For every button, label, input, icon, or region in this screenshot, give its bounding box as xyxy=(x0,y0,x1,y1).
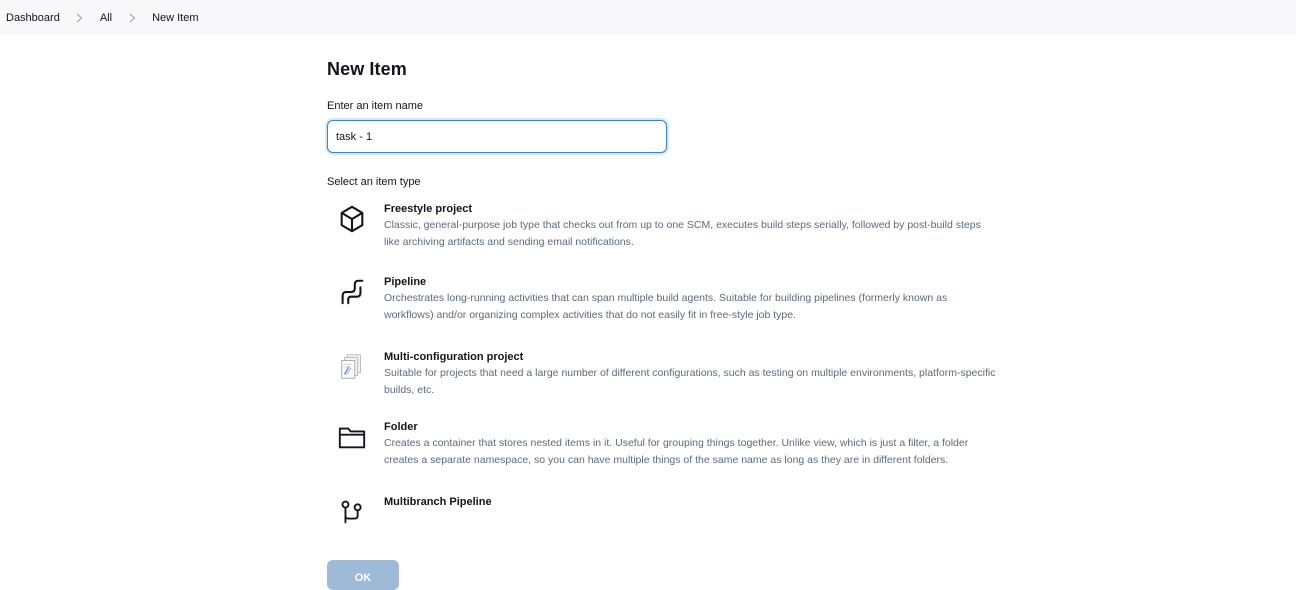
item-type-title: Multi-configuration project xyxy=(384,351,524,363)
item-type-list: Freestyle project Classic, general-purpo… xyxy=(327,202,1027,533)
breadcrumb-all[interactable]: All xyxy=(100,12,112,24)
item-type-freestyle[interactable]: Freestyle project Classic, general-purpo… xyxy=(337,202,1027,251)
item-name-input[interactable] xyxy=(327,120,667,153)
item-type-description: Creates a container that stores nested i… xyxy=(384,437,969,466)
pipeline-icon xyxy=(337,275,375,313)
chevron-right-icon xyxy=(72,12,88,24)
item-type-pipeline[interactable]: Pipeline Orchestrates long-running activ… xyxy=(337,275,1027,324)
page-title: New Item xyxy=(327,59,407,79)
footer-fade xyxy=(300,520,1040,560)
item-type-description: Suitable for projects that need a large … xyxy=(384,367,996,396)
item-type-description: Classic, general-purpose job type that c… xyxy=(384,219,981,248)
item-type-title: Pipeline xyxy=(384,276,427,288)
item-type-multi-configuration[interactable]: Multi-configuration project Suitable for… xyxy=(337,350,1027,399)
new-item-form: New Item Enter an item name Select an it… xyxy=(327,35,1027,533)
item-name-label: Enter an item name xyxy=(327,100,423,112)
item-type-label: Select an item type xyxy=(327,176,421,188)
item-type-title: Multibranch Pipeline xyxy=(384,496,492,508)
multi-config-icon xyxy=(337,350,375,388)
ok-button[interactable]: OK xyxy=(327,560,399,590)
folder-icon xyxy=(337,420,375,458)
breadcrumb-new-item[interactable]: New Item xyxy=(152,12,198,24)
item-type-title: Folder xyxy=(384,421,418,433)
cube-icon xyxy=(337,202,375,240)
item-type-description: Orchestrates long-running activities tha… xyxy=(384,292,948,321)
breadcrumb: Dashboard All New Item xyxy=(0,0,1296,35)
item-type-title: Freestyle project xyxy=(384,203,473,215)
chevron-right-icon xyxy=(124,12,140,24)
item-type-folder[interactable]: Folder Creates a container that stores n… xyxy=(337,420,1027,469)
breadcrumb-dashboard[interactable]: Dashboard xyxy=(6,12,60,24)
